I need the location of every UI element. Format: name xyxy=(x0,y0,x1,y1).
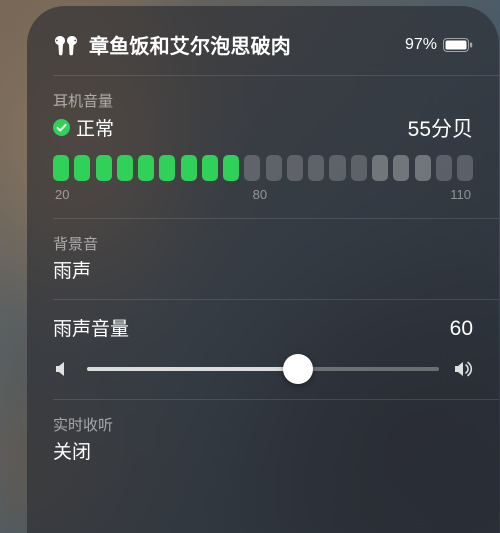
hearing-control-panel: 章鱼饭和艾尔泡思破肉 97% 耳机音量 正常 55分贝 20 xyxy=(27,6,499,533)
speaker-low-icon xyxy=(53,359,73,379)
meter-segment xyxy=(372,155,388,181)
headphone-level-status: 正常 xyxy=(76,114,114,141)
slider-thumb[interactable] xyxy=(283,354,313,384)
battery-status: 97% xyxy=(405,36,473,54)
meter-segment xyxy=(308,155,324,181)
sound-volume-label: 雨声音量 xyxy=(53,314,129,341)
meter-segment xyxy=(181,155,197,181)
sound-volume-section: 雨声音量 60 xyxy=(27,300,499,399)
background-sound-title: 背景音 xyxy=(53,233,473,254)
meter-segment xyxy=(223,155,239,181)
sound-volume-slider[interactable] xyxy=(87,355,439,383)
headphone-level-ticks: 20 80 110 xyxy=(53,187,473,202)
sound-volume-value: 60 xyxy=(450,317,473,341)
airpods-icon xyxy=(53,34,79,56)
meter-segment xyxy=(436,155,452,181)
battery-percent: 97% xyxy=(405,36,437,54)
checkmark-badge-icon xyxy=(53,119,70,136)
meter-segment xyxy=(202,155,218,181)
meter-segment xyxy=(74,155,90,181)
meter-segment xyxy=(351,155,367,181)
tick-max: 110 xyxy=(450,187,471,202)
live-listen-value: 关闭 xyxy=(53,437,473,464)
headphone-level-title: 耳机音量 xyxy=(53,90,473,111)
meter-segment xyxy=(287,155,303,181)
background-sound-section[interactable]: 背景音 雨声 xyxy=(27,219,499,299)
battery-icon xyxy=(443,38,473,52)
meter-segment xyxy=(266,155,282,181)
meter-segment xyxy=(96,155,112,181)
meter-segment xyxy=(457,155,473,181)
meter-segment xyxy=(393,155,409,181)
meter-segment xyxy=(415,155,431,181)
meter-segment xyxy=(53,155,69,181)
meter-segment xyxy=(159,155,175,181)
live-listen-title: 实时收听 xyxy=(53,414,473,435)
headphone-level-section[interactable]: 耳机音量 正常 55分贝 20 80 110 xyxy=(27,76,499,218)
headphone-level-value: 55分贝 xyxy=(408,113,473,143)
tick-mid: 80 xyxy=(253,187,267,202)
background-sound-value: 雨声 xyxy=(53,256,473,283)
tick-min: 20 xyxy=(55,187,69,202)
headphone-level-meter xyxy=(53,155,473,181)
device-name: 章鱼饭和艾尔泡思破肉 xyxy=(89,30,405,59)
meter-segment xyxy=(138,155,154,181)
meter-segment xyxy=(244,155,260,181)
meter-segment xyxy=(117,155,133,181)
meter-segment xyxy=(329,155,345,181)
panel-header: 章鱼饭和艾尔泡思破肉 97% xyxy=(27,6,499,75)
speaker-high-icon xyxy=(453,359,473,379)
live-listen-section[interactable]: 实时收听 关闭 xyxy=(27,400,499,480)
